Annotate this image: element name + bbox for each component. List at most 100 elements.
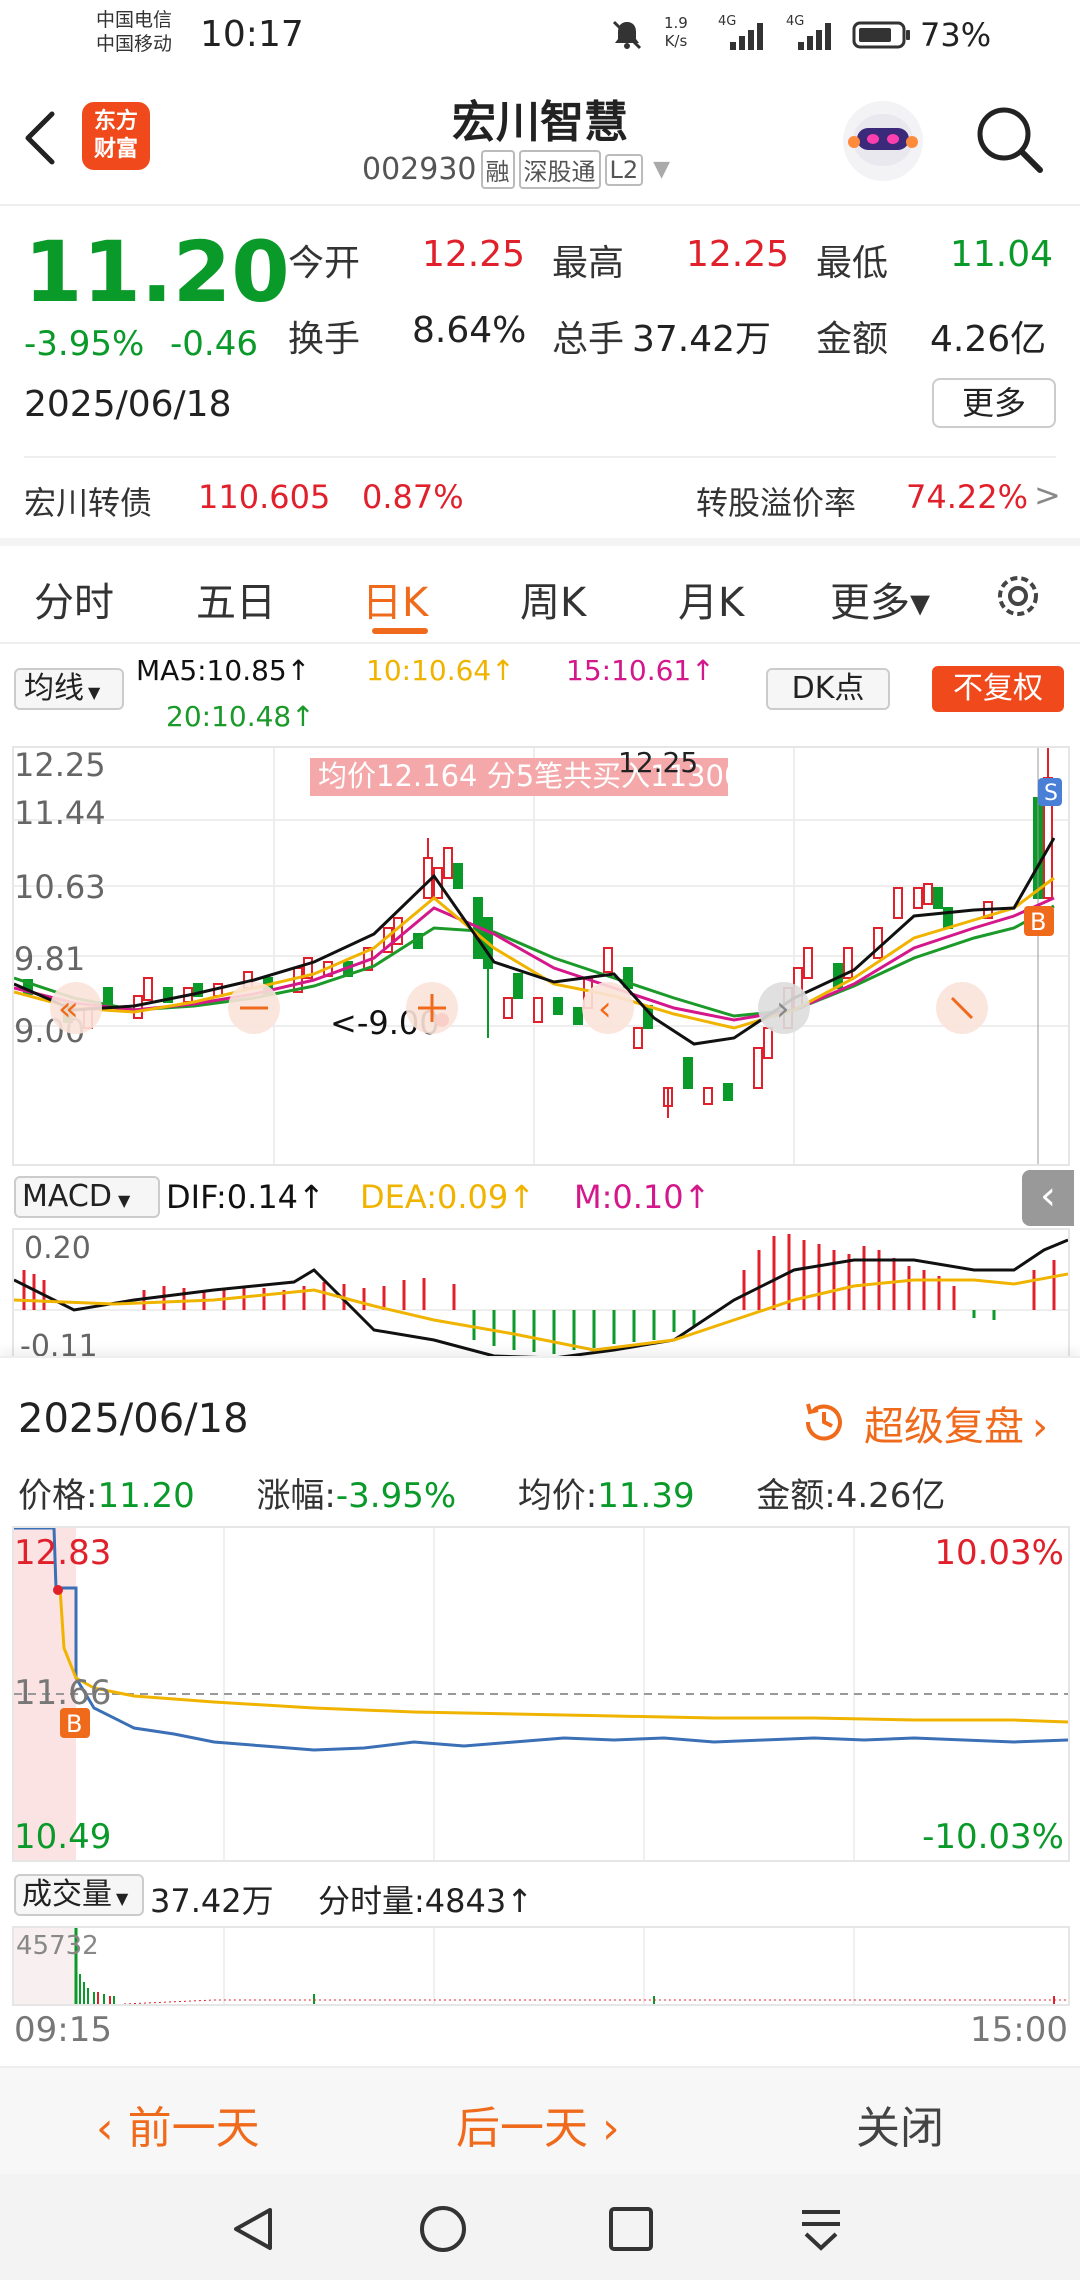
macd-dif: DIF:0.14↑ [166, 1178, 325, 1216]
time-start: 09:15 [14, 2010, 112, 2050]
stock-code-row[interactable]: 002930 融 深股通 L2 ▼ [362, 150, 670, 189]
carrier-1: 中国电信 [96, 9, 173, 31]
intraday-chart[interactable]: 12.83 11.66 10.49 10.03% -10.03% B [12, 1526, 1070, 1862]
caret-down-icon: ▼ [653, 157, 671, 182]
net-speed: 1.9 K/s [664, 14, 688, 50]
tag-shenzhen-connect: 深股通 [518, 150, 601, 189]
super-replay-label: 超级复盘 [864, 1404, 1024, 1450]
section-gap [0, 538, 1080, 546]
no-adjust-button[interactable]: 不复权 [932, 666, 1064, 712]
collapse-arrow-icon[interactable]: ‹ [1022, 1170, 1074, 1226]
bond-arrow-icon: > [1034, 476, 1061, 514]
quote-date: 2025/06/18 [24, 384, 232, 425]
tab-more[interactable]: 更多▾ [830, 570, 930, 628]
macd-canvas: 0.20 -0.11 [14, 1231, 1068, 1356]
period-tabs: 分时 五日 日K 周K 月K 更多▾ [0, 546, 1080, 642]
chevron-right-icon: › [588, 2103, 620, 2154]
tab-five-day[interactable]: 五日 [196, 570, 276, 628]
ma10-value: 10:10.64↑ [366, 654, 515, 687]
stock-code: 002930 [362, 152, 477, 187]
intraday-canvas: 12.83 11.66 10.49 10.03% -10.03% B [14, 1526, 1069, 1860]
search-icon[interactable] [972, 102, 1048, 178]
kline-canvas: 均价12.164 分5笔共买入11300股 12.25 <-9.00 12.25… [13, 746, 1068, 1164]
kline-max-label: 12.25 [618, 748, 698, 779]
tab-active-indicator [372, 628, 428, 634]
premium-label: 转股溢价率 [696, 484, 857, 522]
next-day-button[interactable]: 后一天 › [456, 2092, 620, 2156]
open-value: 12.25 [422, 234, 526, 275]
amount-label: 金额 [816, 319, 889, 360]
battery-icon [852, 21, 910, 49]
clock: 10:17 [200, 14, 304, 55]
volume-value: 37.42万 [632, 319, 772, 360]
volume-toggle-label: 成交量 [22, 1877, 112, 1912]
volume-chart: 45732 [12, 1926, 1070, 2006]
macd-dea: DEA:0.09↑ [360, 1178, 536, 1216]
macd-y-bottom: -0.11 [20, 1329, 98, 1356]
detail-amount: 4.26亿 [835, 1476, 946, 1516]
svg-text:‹: ‹ [598, 989, 612, 1029]
intraday-y-mid: 11.66 [14, 1673, 111, 1713]
intraday-pct-high: 10.03% [934, 1533, 1064, 1573]
more-button[interactable]: 更多 [932, 378, 1056, 428]
volume-max-label: 45732 [16, 1931, 99, 1961]
high-label: 最高 [552, 243, 625, 284]
open-label: 今开 [288, 243, 361, 284]
robot-assistant-icon[interactable] [840, 98, 926, 184]
detail-avg: 11.39 [597, 1476, 695, 1516]
detail-avg-label: 均价: [517, 1476, 598, 1516]
time-end: 15:00 [970, 2010, 1068, 2050]
turnover-label: 换手 [288, 319, 361, 360]
recents-square-icon[interactable] [606, 2204, 656, 2254]
change-amount: -0.46 [170, 324, 258, 364]
prev-day-button[interactable]: ‹ 前一天 [96, 2092, 260, 2156]
header-bar: 东方 财富 宏川智慧 002930 融 深股通 L2 ▼ [0, 80, 1080, 204]
settings-gear-icon[interactable] [990, 568, 1046, 624]
back-triangle-icon[interactable] [228, 2204, 278, 2254]
bond-pct: 0.87% [362, 478, 464, 516]
macd-toggle-button[interactable]: MACD ▼ [14, 1176, 160, 1218]
intraday-y-high: 12.83 [14, 1533, 111, 1573]
ma20-value: 20:10.48↑ [166, 700, 315, 733]
ma-toggle-label: 均线 [24, 671, 84, 706]
dropdown-caret-icon: ▼ [117, 1191, 131, 1210]
ma-toggle-button[interactable]: 均线 ▼ [14, 668, 124, 710]
tab-monthly-k[interactable]: 月K [678, 570, 744, 628]
kline-y-1: 12.25 [14, 748, 106, 784]
battery-level: 73% [920, 16, 992, 54]
tag-l2: L2 [604, 153, 644, 186]
macd-y-top: 0.20 [24, 1231, 91, 1266]
super-replay-link[interactable]: 超级复盘 › [864, 1394, 1048, 1452]
intraday-buy-badge: B [66, 1710, 82, 1738]
turnover-value: 8.64% [412, 310, 527, 351]
low-value: 11.04 [950, 234, 1054, 275]
convertible-bond-row[interactable]: 宏川转债 110.605 0.87% 转股溢价率 74.22% > [0, 460, 1080, 536]
buy-badge: B [1030, 908, 1046, 936]
tab-daily-k[interactable]: 日K [362, 570, 428, 628]
macd-legend: MACD ▼ DIF:0.14↑ DEA:0.09↑ M:0.10↑ ‹ [0, 1170, 1080, 1226]
tab-intraday[interactable]: 分时 [34, 570, 114, 628]
next-day-label: 后一天 [456, 2103, 588, 2154]
kline-chart[interactable]: 均价12.164 分5笔共买入11300股 12.25 <-9.00 12.25… [12, 746, 1070, 1166]
svg-text:«: « [58, 989, 79, 1029]
divider [24, 456, 1056, 458]
volume-toggle-button[interactable]: 成交量 ▼ [14, 1874, 144, 1916]
signal-2-icon [798, 23, 831, 50]
close-button[interactable]: 关闭 [856, 2092, 944, 2156]
low-label: 最低 [816, 243, 889, 284]
dk-point-button[interactable]: DK点 [766, 668, 890, 710]
home-circle-icon[interactable] [418, 2204, 468, 2254]
notification-pull-icon[interactable] [796, 2204, 846, 2254]
minute-volume: 分时量:4843↑ [318, 1882, 534, 1920]
dropdown-caret-icon: ▼ [116, 1889, 129, 1908]
quote-panel: 11.20 -3.95% -0.46 2025/06/18 今开 12.25 最… [0, 206, 1080, 456]
detail-pct: -3.95% [335, 1476, 457, 1516]
detail-price: 11.20 [97, 1476, 195, 1516]
net-speed-unit: K/s [664, 32, 688, 50]
detail-price-label: 价格: [18, 1476, 98, 1516]
detail-stats: 价格:11.20 涨幅:-3.95% 均价:11.39 金额:4.26亿 [18, 1468, 945, 1517]
tab-weekly-k[interactable]: 周K [520, 570, 586, 628]
buy-summary-banner: 均价12.164 分5笔共买入11300股 [318, 759, 771, 793]
detail-date: 2025/06/18 [18, 1396, 249, 1442]
change-percent: -3.95% [24, 324, 145, 364]
